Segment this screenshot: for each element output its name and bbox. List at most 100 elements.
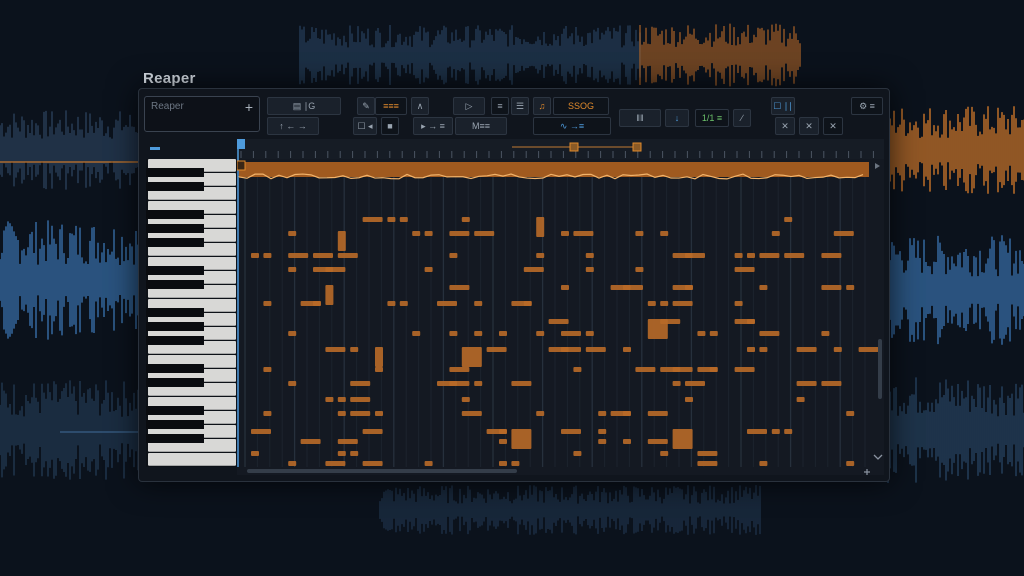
- midi-note[interactable]: [474, 231, 495, 236]
- piano-black-key[interactable]: [146, 182, 204, 191]
- midi-note[interactable]: [474, 381, 483, 386]
- midi-note[interactable]: [796, 347, 817, 352]
- midi-note[interactable]: [449, 231, 470, 236]
- tool-button-select[interactable]: ☐ ◂: [353, 117, 377, 135]
- midi-note[interactable]: [375, 347, 383, 367]
- midi-note[interactable]: [412, 231, 421, 236]
- midi-note[interactable]: [449, 285, 470, 290]
- midi-note[interactable]: [263, 367, 272, 372]
- midi-note[interactable]: [251, 253, 259, 258]
- piano-black-key[interactable]: [146, 434, 204, 443]
- midi-note[interactable]: [350, 451, 359, 456]
- horizontal-scrollbar[interactable]: [247, 469, 517, 473]
- tool-button-list[interactable]: ☰: [511, 97, 529, 115]
- piano-black-key[interactable]: [146, 336, 204, 345]
- midi-note[interactable]: [759, 253, 780, 258]
- midi-note[interactable]: [672, 429, 693, 449]
- midi-note[interactable]: [709, 331, 718, 336]
- track-search-field[interactable]: Reaper +: [144, 96, 260, 132]
- midi-note[interactable]: [313, 301, 321, 306]
- midi-note[interactable]: [474, 301, 483, 306]
- midi-note[interactable]: [561, 429, 581, 434]
- midi-note[interactable]: [536, 217, 545, 237]
- midi-note[interactable]: [337, 397, 346, 402]
- midi-note[interactable]: [536, 331, 545, 336]
- midi-note[interactable]: [573, 451, 582, 456]
- midi-note[interactable]: [734, 253, 743, 258]
- midi-note[interactable]: [784, 217, 793, 222]
- midi-note[interactable]: [585, 347, 606, 352]
- tool-button-snap[interactable]: ▤ ∣G: [267, 97, 341, 115]
- piano-black-key[interactable]: [146, 210, 204, 219]
- midi-note[interactable]: [623, 285, 643, 290]
- playhead-marker[interactable]: [237, 139, 245, 149]
- midi-note[interactable]: [846, 411, 855, 416]
- midi-note[interactable]: [499, 429, 507, 434]
- piano-white-key[interactable]: [148, 453, 236, 466]
- midi-note[interactable]: [288, 461, 297, 466]
- midi-note[interactable]: [635, 367, 656, 372]
- midi-note[interactable]: [759, 331, 780, 336]
- midi-note[interactable]: [474, 331, 483, 336]
- midi-note[interactable]: [660, 231, 669, 236]
- midi-note[interactable]: [858, 347, 879, 352]
- midi-note[interactable]: [300, 439, 321, 444]
- note-grid[interactable]: [237, 139, 884, 475]
- midi-note[interactable]: [424, 231, 433, 236]
- tool-button-arrow[interactable]: ↓: [665, 109, 689, 127]
- tool-button-settings[interactable]: ⚙ ≡: [851, 97, 883, 115]
- midi-note[interactable]: [585, 267, 594, 272]
- piano-black-key[interactable]: [146, 238, 204, 247]
- midi-note[interactable]: [337, 253, 358, 258]
- midi-note[interactable]: [561, 285, 569, 290]
- tool-button-curve[interactable]: ∧: [411, 97, 429, 115]
- midi-note[interactable]: [573, 367, 582, 372]
- piano-black-key[interactable]: [146, 224, 204, 233]
- tool-button-brush[interactable]: ∕: [733, 109, 751, 127]
- midi-note[interactable]: [536, 411, 545, 416]
- midi-note[interactable]: [362, 217, 383, 222]
- tool-button-eq[interactable]: ≡: [491, 97, 509, 115]
- midi-note[interactable]: [499, 439, 507, 444]
- midi-note[interactable]: [449, 331, 458, 336]
- midi-note[interactable]: [647, 301, 656, 306]
- corner-marker[interactable]: [150, 147, 160, 150]
- midi-note[interactable]: [511, 461, 520, 466]
- piano-black-key[interactable]: [146, 378, 204, 387]
- tool-button-play[interactable]: ▷: [453, 97, 485, 115]
- midi-note[interactable]: [573, 231, 594, 236]
- midi-note[interactable]: [697, 461, 718, 466]
- midi-note[interactable]: [784, 253, 805, 258]
- tool-button-close-1[interactable]: ✕: [775, 117, 795, 135]
- midi-note[interactable]: [747, 319, 755, 324]
- midi-note[interactable]: [399, 301, 408, 306]
- midi-note[interactable]: [623, 411, 631, 416]
- midi-note[interactable]: [796, 381, 817, 386]
- midi-note[interactable]: [734, 367, 755, 372]
- midi-note[interactable]: [747, 253, 755, 258]
- midi-note[interactable]: [511, 381, 532, 386]
- midi-note[interactable]: [350, 397, 371, 402]
- midi-note[interactable]: [709, 367, 718, 372]
- midi-note[interactable]: [251, 451, 259, 456]
- midi-note[interactable]: [536, 253, 545, 258]
- midi-note[interactable]: [263, 411, 272, 416]
- plus-icon[interactable]: +: [245, 99, 253, 115]
- midi-note[interactable]: [325, 347, 346, 352]
- midi-note[interactable]: [387, 217, 396, 222]
- midi-note[interactable]: [387, 301, 396, 306]
- midi-note[interactable]: [660, 319, 681, 324]
- midi-note[interactable]: [561, 331, 581, 336]
- midi-note[interactable]: [821, 331, 830, 336]
- midi-note[interactable]: [771, 429, 780, 434]
- midi-note[interactable]: [449, 253, 458, 258]
- midi-note[interactable]: [461, 397, 470, 402]
- midi-note[interactable]: [350, 381, 371, 386]
- midi-note[interactable]: [747, 347, 755, 352]
- midi-note[interactable]: [350, 411, 371, 416]
- midi-note[interactable]: [461, 411, 482, 416]
- midi-note[interactable]: [672, 367, 693, 372]
- midi-note[interactable]: [313, 253, 333, 258]
- midi-note[interactable]: [325, 267, 346, 272]
- midi-note[interactable]: [325, 461, 346, 466]
